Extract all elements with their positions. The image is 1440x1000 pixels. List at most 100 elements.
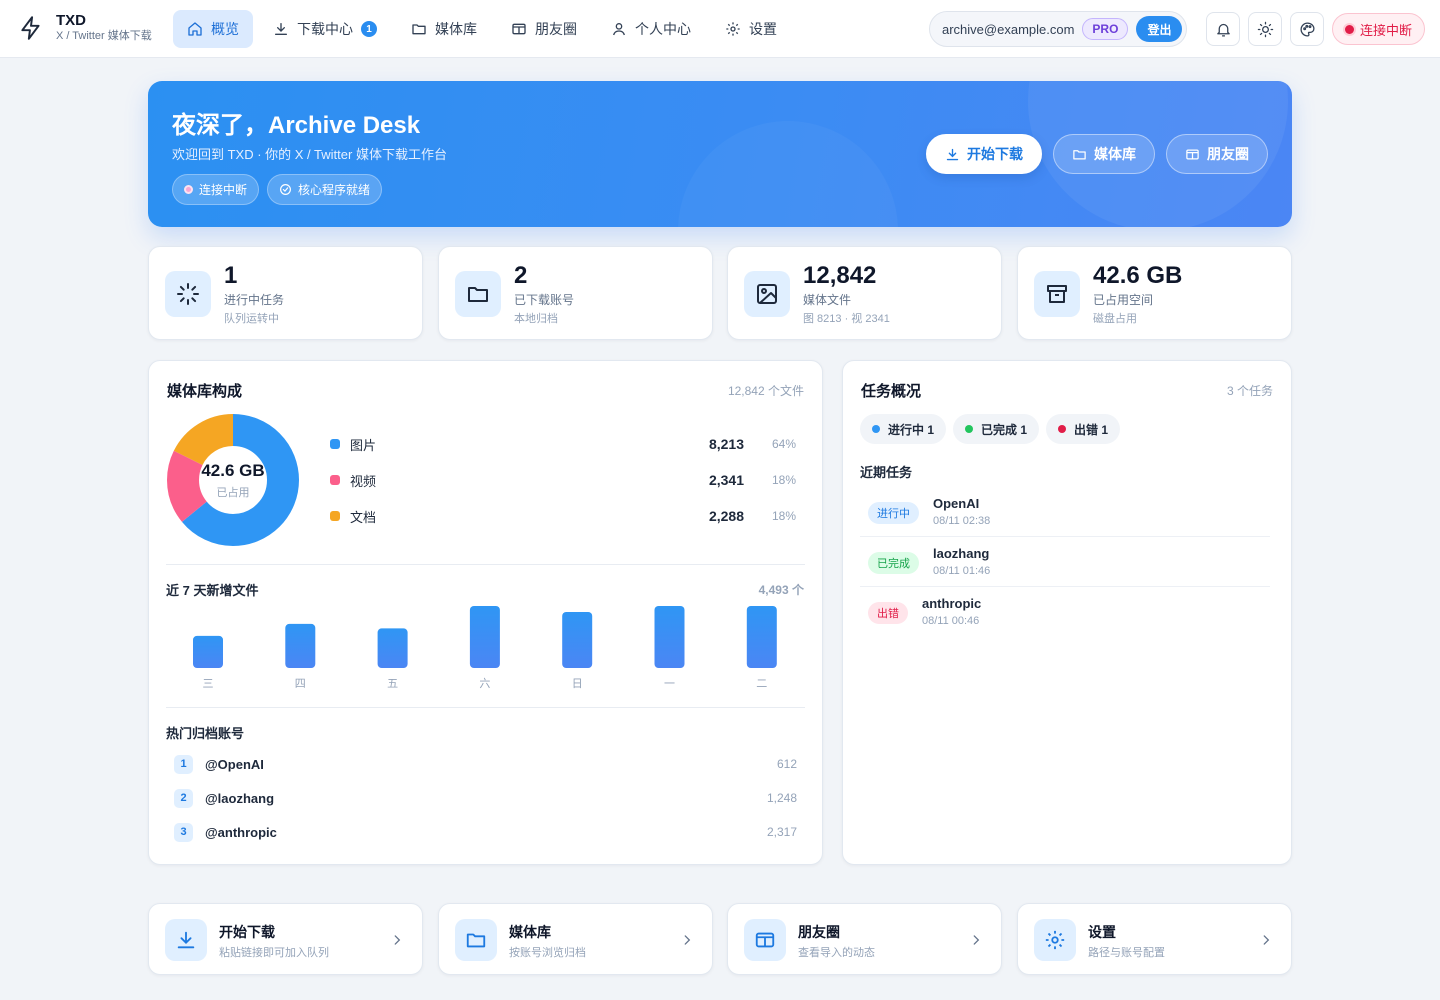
bar-label-4: 日 [572, 678, 583, 690]
nav-media-library[interactable]: 媒体库 [397, 10, 491, 48]
status-dot [1058, 425, 1067, 433]
top-account-row[interactable]: 2 @laozhang 1,248 [174, 787, 797, 809]
chip-label: 进行中 1 [888, 422, 935, 437]
library-composition-panel: 媒体库构成 12,842 个文件 42.6 GB 已占用 图片 8,213 64… [148, 360, 823, 865]
loader-icon [165, 271, 211, 317]
bar-label-0: 三 [203, 678, 214, 690]
folder-icon [1072, 147, 1087, 162]
legend-name: 视频 [350, 473, 377, 489]
chip-completed[interactable]: 已完成 1 [953, 414, 1040, 444]
nav-label: 媒体库 [435, 21, 477, 37]
theme-toggle-button[interactable] [1248, 12, 1282, 46]
gear-icon [1034, 919, 1076, 961]
task-status-chips: 进行中 1 已完成 1 出错 1 [860, 414, 1121, 444]
chip-in-progress[interactable]: 进行中 1 [860, 414, 947, 444]
task-time: 08/11 01:46 [933, 565, 991, 577]
weekly-title: 近 7 天新增文件 [166, 583, 259, 598]
quick-subtitle: 路径与账号配置 [1088, 947, 1165, 959]
nav-profile[interactable]: 个人中心 [597, 10, 705, 48]
notifications-button[interactable] [1206, 12, 1240, 46]
nav-label: 设置 [749, 21, 777, 37]
legend-name: 文档 [350, 509, 377, 525]
divider [166, 707, 805, 708]
moments-button[interactable]: 朋友圈 [1166, 134, 1268, 174]
bar-label-1: 四 [295, 678, 306, 690]
stat-value: 2 [514, 262, 528, 289]
hero-actions: 开始下载 媒体库 朋友圈 [926, 134, 1268, 174]
bar-6 [746, 606, 777, 668]
quick-settings[interactable]: 设置 路径与账号配置 [1017, 903, 1292, 975]
legend-swatch [330, 475, 340, 485]
brand[interactable]: TXD X / Twitter 媒体下载 [18, 12, 152, 44]
donut-value: 42.6 GB [201, 460, 265, 480]
donut-center: 42.6 GB 已占用 [166, 413, 300, 547]
media-library-button[interactable]: 媒体库 [1053, 134, 1155, 174]
task-row[interactable]: 进行中 OpenAI 08/11 02:38 [860, 487, 1270, 537]
moments-icon [511, 21, 527, 37]
task-account: laozhang [933, 546, 990, 561]
legend-percent: 64% [771, 437, 796, 451]
quick-media-library[interactable]: 媒体库 按账号浏览归档 [438, 903, 713, 975]
status-badge: 出错 [868, 602, 908, 624]
recent-tasks-title: 近期任务 [860, 465, 913, 480]
nav-label: 个人中心 [635, 21, 691, 37]
palette-button[interactable] [1290, 12, 1324, 46]
stat-value: 12,842 [803, 262, 877, 289]
legend-count: 2,288 [708, 508, 744, 524]
storage-donut-chart: 42.6 GB 已占用 [166, 413, 300, 547]
button-label: 媒体库 [1094, 146, 1136, 162]
quick-title: 开始下载 [219, 924, 275, 940]
task-count: 3 个任务 [1226, 384, 1273, 398]
start-download-button[interactable]: 开始下载 [926, 134, 1042, 174]
button-label: 朋友圈 [1207, 146, 1249, 162]
folder-icon [455, 271, 501, 317]
task-row[interactable]: 已完成 laozhang 08/11 01:46 [860, 537, 1270, 587]
nav-moments[interactable]: 朋友圈 [497, 10, 591, 48]
task-row[interactable]: 出错 anthropic 08/11 00:46 [860, 587, 1270, 637]
top-account-row[interactable]: 3 @anthropic 2,317 [174, 821, 797, 843]
bar-2 [377, 628, 408, 668]
quick-moments[interactable]: 朋友圈 查看导入的动态 [727, 903, 1002, 975]
stat-hint: 图 8213 · 视 2341 [803, 313, 890, 325]
weekly-total: 4,493 个 [758, 583, 804, 597]
greeting-title: 夜深了，Archive Desk [172, 112, 421, 139]
legend-percent: 18% [771, 473, 796, 487]
folder-icon [455, 919, 497, 961]
legend-count: 8,213 [708, 436, 744, 452]
account-file-count: 1,248 [766, 791, 797, 805]
folder-icon [411, 21, 427, 37]
legend-name: 图片 [350, 437, 377, 453]
connection-status[interactable]: 连接中断 [1332, 13, 1426, 45]
stat-label: 已下载账号 [514, 293, 575, 307]
panel-title: 媒体库构成 [167, 383, 243, 400]
quick-start-download[interactable]: 开始下载 粘贴链接即可加入队列 [148, 903, 423, 975]
home-icon [187, 21, 203, 37]
account-email: archive@example.com [942, 21, 1075, 37]
account-handle: @OpenAI [205, 756, 264, 772]
user-icon [611, 21, 627, 37]
task-time: 08/11 02:38 [933, 515, 991, 527]
top-account-row[interactable]: 1 @OpenAI 612 [174, 753, 797, 775]
moments-icon [1185, 147, 1200, 162]
nav-overview[interactable]: 概览 [173, 10, 253, 48]
logout-button[interactable]: 登出 [1136, 16, 1183, 42]
nav-settings[interactable]: 设置 [711, 10, 791, 48]
nav-download-center[interactable]: 下载中心 1 [259, 10, 391, 48]
quick-title: 朋友圈 [798, 924, 840, 940]
stat-hint: 本地归档 [514, 313, 558, 325]
chip-label: 出错 1 [1074, 422, 1109, 437]
rank-number: 3 [174, 822, 193, 842]
gear-icon [725, 21, 741, 37]
lightning-icon [18, 14, 44, 42]
top-nav-bar: TXD X / Twitter 媒体下载 概览 下载中心 1 媒体库 朋友圈 个… [0, 0, 1440, 58]
welcome-banner: 夜深了，Archive Desk 欢迎回到 TXD · 你的 X / Twitt… [148, 81, 1292, 227]
chip-error[interactable]: 出错 1 [1046, 414, 1121, 444]
chip-label: 连接中断 [199, 183, 248, 197]
bar-label-6: 二 [756, 678, 767, 690]
account-file-count: 612 [776, 757, 797, 771]
palette-icon [1299, 21, 1316, 38]
rank-number: 1 [174, 754, 193, 774]
account-handle: @anthropic [205, 824, 277, 840]
core-ready-chip: 核心程序就绪 [267, 174, 383, 205]
status-badge: 已完成 [868, 552, 919, 574]
